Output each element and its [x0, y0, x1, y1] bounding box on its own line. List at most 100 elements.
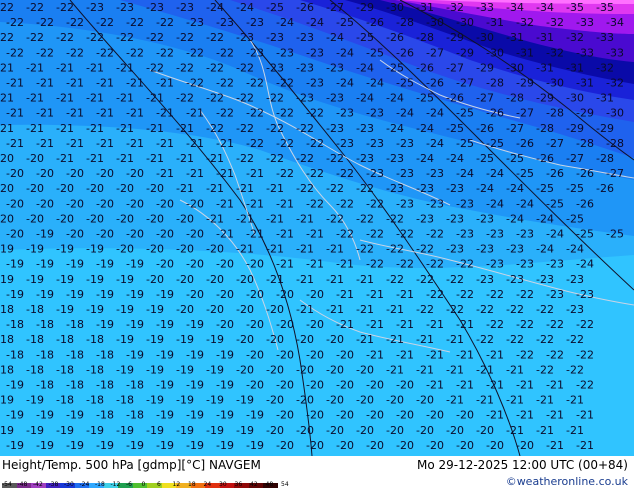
temperature-label: -21	[116, 61, 134, 74]
temperature-label: -21	[476, 363, 494, 376]
temperature-label: -20	[416, 394, 434, 407]
temperature-label: -22	[216, 107, 234, 120]
temperature-label: -19	[126, 288, 144, 301]
temperature-label: -21	[456, 318, 474, 331]
scale-tick-label: -42	[33, 481, 43, 488]
temperature-label: -22	[306, 107, 324, 120]
temperature-label: -21	[276, 258, 294, 271]
temperature-label: -19	[66, 288, 84, 301]
temperature-label: -19	[56, 273, 74, 286]
temperature-label: -21	[386, 363, 404, 376]
temperature-label: -22	[276, 77, 294, 90]
temperature-label: -21	[156, 107, 174, 120]
temperature-label: -23	[336, 137, 354, 150]
temperature-label: -22	[486, 288, 504, 301]
temperature-label: -20	[6, 197, 24, 210]
temperature-label: -24	[506, 212, 524, 225]
scale-tick-label: -30	[64, 481, 74, 488]
temperature-label: -21	[96, 107, 114, 120]
temperature-label: -23	[416, 212, 434, 225]
temperature-label: -24	[546, 228, 564, 241]
temperature-label: -23	[396, 137, 414, 150]
temperature-label: -20	[216, 318, 234, 331]
temperature-label: -19	[126, 348, 144, 361]
temperature-label: -22	[426, 288, 444, 301]
temperature-label: -22	[546, 348, 564, 361]
temperature-label: -30	[456, 16, 474, 29]
temperature-label: -21	[296, 273, 314, 286]
temperature-label: -23	[296, 92, 314, 105]
temperature-label: -21	[276, 197, 294, 210]
temperature-label: -23	[116, 1, 134, 14]
temperature-label: -21	[576, 409, 594, 422]
temperature-label: -23	[246, 46, 264, 59]
temperature-label: -20	[266, 303, 284, 316]
temperature-label: -21	[206, 212, 224, 225]
temperature-label: -20	[176, 303, 194, 316]
temperature-label: -25	[566, 212, 584, 225]
temperature-label: -23	[546, 258, 564, 271]
temperature-label: -35	[596, 1, 614, 14]
temperature-label: -20	[66, 197, 84, 210]
temperature-label: -21	[186, 167, 204, 180]
temperature-label: -21	[326, 273, 344, 286]
temperature-label: -24	[516, 197, 534, 210]
temperature-label: -21	[386, 333, 404, 346]
temperature-label: -23	[236, 31, 254, 44]
temperature-label: -23	[326, 122, 344, 135]
temperature-label: -22	[146, 61, 164, 74]
temperature-label: -20	[146, 243, 164, 256]
temperature-label: -20	[386, 394, 404, 407]
temperature-label: -22	[176, 61, 194, 74]
temperature-label: -28	[536, 122, 554, 135]
temperature-label: -22	[576, 348, 594, 361]
temperature-label: -18	[86, 363, 104, 376]
temperature-label: -21	[356, 333, 374, 346]
temperature-label: -24	[356, 61, 374, 74]
temperature-label: -23	[366, 137, 384, 150]
valid-datetime: Mo 29-12-2025 12:00 UTC (00+84)	[416, 458, 628, 472]
temperature-label: -20	[126, 228, 144, 241]
temperature-label: -23	[306, 77, 324, 90]
temperature-label: -20	[0, 182, 14, 195]
temperature-label: -20	[366, 409, 384, 422]
scale-tick-label: -48	[17, 481, 28, 488]
temperature-label: -22	[396, 258, 414, 271]
temperature-label: -29	[566, 122, 584, 135]
temperature-label: -33	[596, 31, 614, 44]
temperature-label: -21	[536, 424, 554, 437]
temperature-label: -23	[356, 152, 374, 165]
credit-link[interactable]: ©weatheronline.co.uk	[506, 475, 628, 488]
scale-tick-label: -54	[2, 481, 12, 488]
temperature-label: -24	[426, 137, 444, 150]
temperature-label: -32	[566, 31, 584, 44]
temperature-label: -26	[416, 61, 434, 74]
temperature-label: -21	[506, 394, 524, 407]
temperature-label: -22	[366, 197, 384, 210]
temperature-label: -24	[276, 16, 294, 29]
temperature-label: -22	[56, 1, 74, 14]
temperature-label: -21	[356, 273, 374, 286]
temperature-label: -21	[266, 212, 284, 225]
temperature-label: -23	[456, 228, 474, 241]
temperature-label: -23	[266, 31, 284, 44]
temperature-label: -21	[396, 318, 414, 331]
temperature-label: -22	[236, 152, 254, 165]
temperature-label: -19	[0, 424, 14, 437]
temperature-label: -21	[446, 363, 464, 376]
temperature-label: -25	[456, 107, 474, 120]
temperature-map[interactable]: -22-22-22-23-23-23-23-24-24-25-26-27-29-…	[0, 0, 634, 456]
temperature-label: -26	[396, 46, 414, 59]
temperature-label: -23	[546, 288, 564, 301]
temperature-label: -21	[326, 243, 344, 256]
scale-tick-label: -24	[79, 481, 90, 488]
temperature-label: -21	[356, 303, 374, 316]
temperature-label: -19	[186, 439, 204, 452]
temperature-label: -20	[516, 439, 534, 452]
temperature-label: -21	[66, 137, 84, 150]
temperature-label: -19	[206, 394, 224, 407]
temperature-label: -21	[66, 77, 84, 90]
temperature-label: -24	[456, 167, 474, 180]
temperature-label: -20	[146, 212, 164, 225]
temperature-label: -21	[86, 61, 104, 74]
